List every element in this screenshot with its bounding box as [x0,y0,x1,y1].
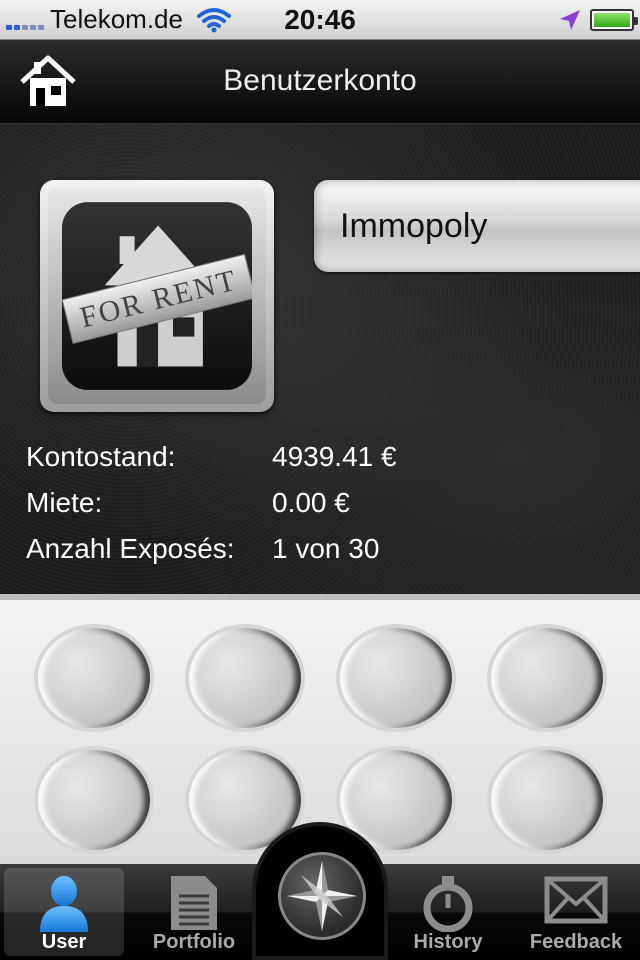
compass-dial [278,852,366,940]
stat-label: Miete: [26,487,103,518]
envelope-icon [544,876,608,924]
for-rent-house-icon: FOR RENT [61,202,257,390]
tab-history[interactable]: History [388,868,508,956]
compass-button[interactable] [252,822,388,960]
carrier-name: Telekom.de [50,4,183,34]
badge-slot[interactable] [37,628,150,728]
battery-icon [590,9,638,31]
status-bar: Telekom.de 20:46 [0,0,640,40]
stat-value: 0.00 € [272,487,350,518]
user-icon [40,876,88,932]
stat-row-rent: Miete: 0.00 € [26,480,397,526]
badge-slot[interactable] [37,750,150,850]
stat-label: Anzahl Exposés: [26,533,235,564]
badge-row [0,628,640,728]
badge-slot[interactable] [188,628,301,728]
tab-user[interactable]: User [4,868,124,956]
tab-feedback[interactable]: Feedback [516,868,636,956]
document-icon [171,876,217,930]
navigation-bar: Benutzerkonto [0,40,640,124]
profile-panel: FOR RENT Immopoly Kontostand: 4939.41 € … [0,124,640,594]
tab-label: Portfolio [152,931,236,953]
avatar: FOR RENT [40,180,274,412]
tab-portfolio[interactable]: Portfolio [134,868,254,956]
username-field: Immopoly [314,180,640,272]
tab-label: Feedback [529,931,623,953]
stat-label: Kontostand: [26,441,176,472]
stat-row-exposes: Anzahl Exposés: 1 von 30 [26,526,397,572]
stat-value: 1 von 30 [272,533,380,564]
compass-icon [287,861,357,931]
stat-row-balance: Kontostand: 4939.41 € [26,434,397,480]
badge-slot[interactable] [490,750,603,850]
badge-slot[interactable] [339,628,452,728]
tab-label: User [41,931,87,953]
page-title: Benutzerkonto [223,64,417,97]
badge-slot[interactable] [490,628,603,728]
tab-label: History [413,931,483,953]
wifi-icon [196,7,231,32]
username-text: Immopoly [340,207,488,245]
stat-value: 4939.41 € [272,441,397,472]
stopwatch-icon [423,876,473,932]
signal-strength-icon [6,10,44,30]
location-arrow-icon [560,10,580,30]
account-stats: Kontostand: 4939.41 € Miete: 0.00 € Anza… [26,434,397,572]
